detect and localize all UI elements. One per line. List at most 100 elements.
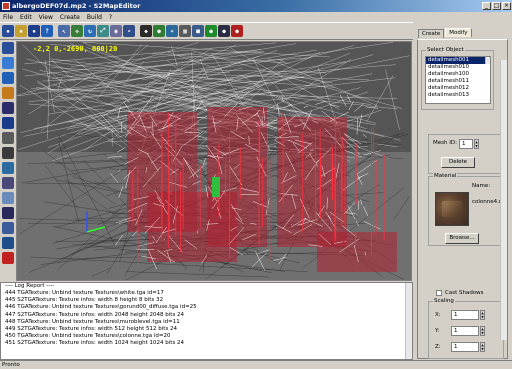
left-tool-1-icon[interactable] xyxy=(2,42,14,54)
move-icon[interactable]: ✥ xyxy=(71,25,83,37)
menu-file[interactable]: File xyxy=(3,14,13,21)
scale-z-field[interactable]: 1 xyxy=(451,342,479,352)
camera-icon[interactable]: ◉ xyxy=(110,25,122,37)
delete-button[interactable]: Delete xyxy=(441,157,475,168)
save-icon[interactable]: ▪ xyxy=(28,25,40,37)
object-list[interactable]: detailmesh001 detailmesh010 detailmesh10… xyxy=(425,56,491,104)
app-icon xyxy=(2,2,10,10)
left-tool-15-icon[interactable] xyxy=(2,252,14,264)
left-tool-14-icon[interactable] xyxy=(2,237,14,249)
3d-viewport[interactable]: -2,2 0,-2690, 000|20 xyxy=(16,41,412,281)
cast-shadows-checkbox[interactable] xyxy=(436,290,442,296)
log-line: 444 TGATexture: Unbind texture Textures\… xyxy=(5,290,164,296)
left-tool-4-icon[interactable] xyxy=(2,87,14,99)
log-line: 448 TGATexture: Unbind texture Textures\… xyxy=(5,318,180,325)
left-tool-7-icon[interactable] xyxy=(2,132,14,144)
rotate-icon[interactable]: ↻ xyxy=(84,25,96,37)
log-lines: 444 TGATexture: Unbind texture Textures\… xyxy=(1,290,412,348)
maximize-button[interactable]: □ xyxy=(492,2,501,10)
mesh-id-field[interactable]: 1 xyxy=(459,139,473,149)
scale-z-label: Z: xyxy=(435,344,441,350)
tab-create[interactable]: Create xyxy=(418,29,445,38)
scale-x-spinner[interactable]: ▲ ▼ xyxy=(480,310,485,320)
grid-icon[interactable]: ▦ xyxy=(179,25,191,37)
scaling-title: Scaling xyxy=(433,298,455,304)
green-ball-icon[interactable]: ● xyxy=(205,25,217,37)
lights-icon[interactable]: ✶ xyxy=(166,25,178,37)
log-line: 447 S2TGATexture: Texture infos: width 2… xyxy=(5,311,185,318)
scale-y-spinner[interactable]: ▲ ▼ xyxy=(480,326,485,336)
list-item[interactable]: detailmesh013 xyxy=(426,92,490,99)
toolbar-separator xyxy=(136,25,139,37)
cast-shadows-label: Cast Shadows xyxy=(445,290,484,296)
select-object-group: Select Object detailmesh001 detailmesh01… xyxy=(421,47,494,110)
scale-z-spinner[interactable]: ▲ ▼ xyxy=(480,342,485,352)
sphere-icon[interactable]: ● xyxy=(153,25,165,37)
new-file-icon[interactable]: ▪ xyxy=(2,25,14,37)
material-title: Material xyxy=(433,173,458,179)
tab-modify[interactable]: Modify xyxy=(445,28,472,37)
log-line: 449 S2TGATexture: Texture infos: width 5… xyxy=(5,325,178,332)
help-icon[interactable]: ? xyxy=(41,25,53,37)
scale-y-field[interactable]: 1 xyxy=(451,326,479,336)
scale-y-label: Y: xyxy=(435,328,440,334)
building-block xyxy=(277,117,347,247)
material-name-label: Name: xyxy=(472,183,491,189)
list-item[interactable]: detailmesh011 xyxy=(426,78,490,85)
left-tool-6-icon[interactable] xyxy=(2,117,14,129)
menu-build[interactable]: Build xyxy=(87,14,102,21)
dark-ball-icon[interactable]: ● xyxy=(218,25,230,37)
toolbar-separator xyxy=(54,25,57,37)
list-item[interactable]: detailmesh012 xyxy=(426,85,490,92)
title-bar: albergoDEF07d.mp2 - S2MapEditor _ □ × xyxy=(0,0,512,12)
panel-scrollbar[interactable] xyxy=(500,60,507,340)
left-tool-13-icon[interactable] xyxy=(2,222,14,234)
cube-icon[interactable]: ■ xyxy=(192,25,204,37)
viewport-coordinates: -2,2 0,-2690, 000|20 xyxy=(33,45,118,53)
material-thumbnail xyxy=(435,192,469,226)
left-tool-9-icon[interactable] xyxy=(2,162,14,174)
menu-create[interactable]: Create xyxy=(60,14,80,21)
left-tool-10-icon[interactable] xyxy=(2,177,14,189)
scaling-group: Scaling X: 1 ▲ ▼ Y: 1 ▲ ▼ Z: 1 ▲ ▼ xyxy=(428,298,504,359)
left-tool-8-icon[interactable] xyxy=(2,147,14,159)
scale-x-field[interactable]: 1 xyxy=(451,310,479,320)
log-line: 446 TGATexture: Unbind texture Textures\… xyxy=(5,304,197,311)
mesh-id-spinner[interactable]: ▲ ▼ xyxy=(474,139,479,149)
log-line: 445 S2TGATexture: Texture infos: width 8… xyxy=(5,297,164,304)
close-button[interactable]: × xyxy=(502,2,511,10)
material-group: Material Name: colonne4.mt Browse... xyxy=(428,173,506,246)
menu-edit[interactable]: Edit xyxy=(20,14,32,21)
select-arrow-icon[interactable]: ↖ xyxy=(58,25,70,37)
render-icon[interactable]: ◆ xyxy=(140,25,152,37)
main-toolbar: ▪ ▪ ▪? ↖ ✥ ↻ ⤢ ◉ ⌕ ◆ ● ✶ ▦ ■ ● ● ● xyxy=(0,22,413,40)
select-object-title: Select Object xyxy=(426,47,465,53)
modify-panel: Select Object detailmesh001 detailmesh01… xyxy=(417,39,508,359)
left-tool-11-icon[interactable] xyxy=(2,192,14,204)
log-line: 450 TGATexture: Unbind texture Textures\… xyxy=(5,333,171,340)
scale-x-label: X: xyxy=(435,312,441,318)
list-item[interactable]: detailmesh001 xyxy=(426,57,490,64)
list-item[interactable]: detailmesh010 xyxy=(426,64,490,71)
browse-button[interactable]: Browse... xyxy=(445,233,479,244)
mesh-group: Mesh ID: 1 ▲ ▼ Delete xyxy=(428,134,504,174)
log-scrollbar[interactable] xyxy=(405,283,412,359)
properties-panel: Create Modify Select Object detailmesh00… xyxy=(413,22,512,362)
scale-icon[interactable]: ⤢ xyxy=(97,25,109,37)
list-scrollbar[interactable] xyxy=(485,57,490,64)
list-item[interactable]: detailmesh100 xyxy=(426,71,490,78)
left-toolbox xyxy=(0,40,16,280)
left-tool-2-icon[interactable] xyxy=(2,57,14,69)
left-tool-12-icon[interactable] xyxy=(2,207,14,219)
selected-object xyxy=(212,177,220,197)
menu-view[interactable]: View xyxy=(39,14,53,21)
open-file-icon[interactable]: ▪ xyxy=(15,25,27,37)
zoom-icon[interactable]: ⌕ xyxy=(123,25,135,37)
left-tool-3-icon[interactable] xyxy=(2,72,14,84)
log-header: ---- Log Report ---- xyxy=(5,283,55,289)
minimize-button[interactable]: _ xyxy=(482,2,491,10)
red-ball-icon[interactable]: ● xyxy=(231,25,243,37)
window-title: albergoDEF07d.mp2 - S2MapEditor xyxy=(12,2,141,10)
menu-help[interactable]: ? xyxy=(109,14,112,21)
left-tool-5-icon[interactable] xyxy=(2,102,14,114)
